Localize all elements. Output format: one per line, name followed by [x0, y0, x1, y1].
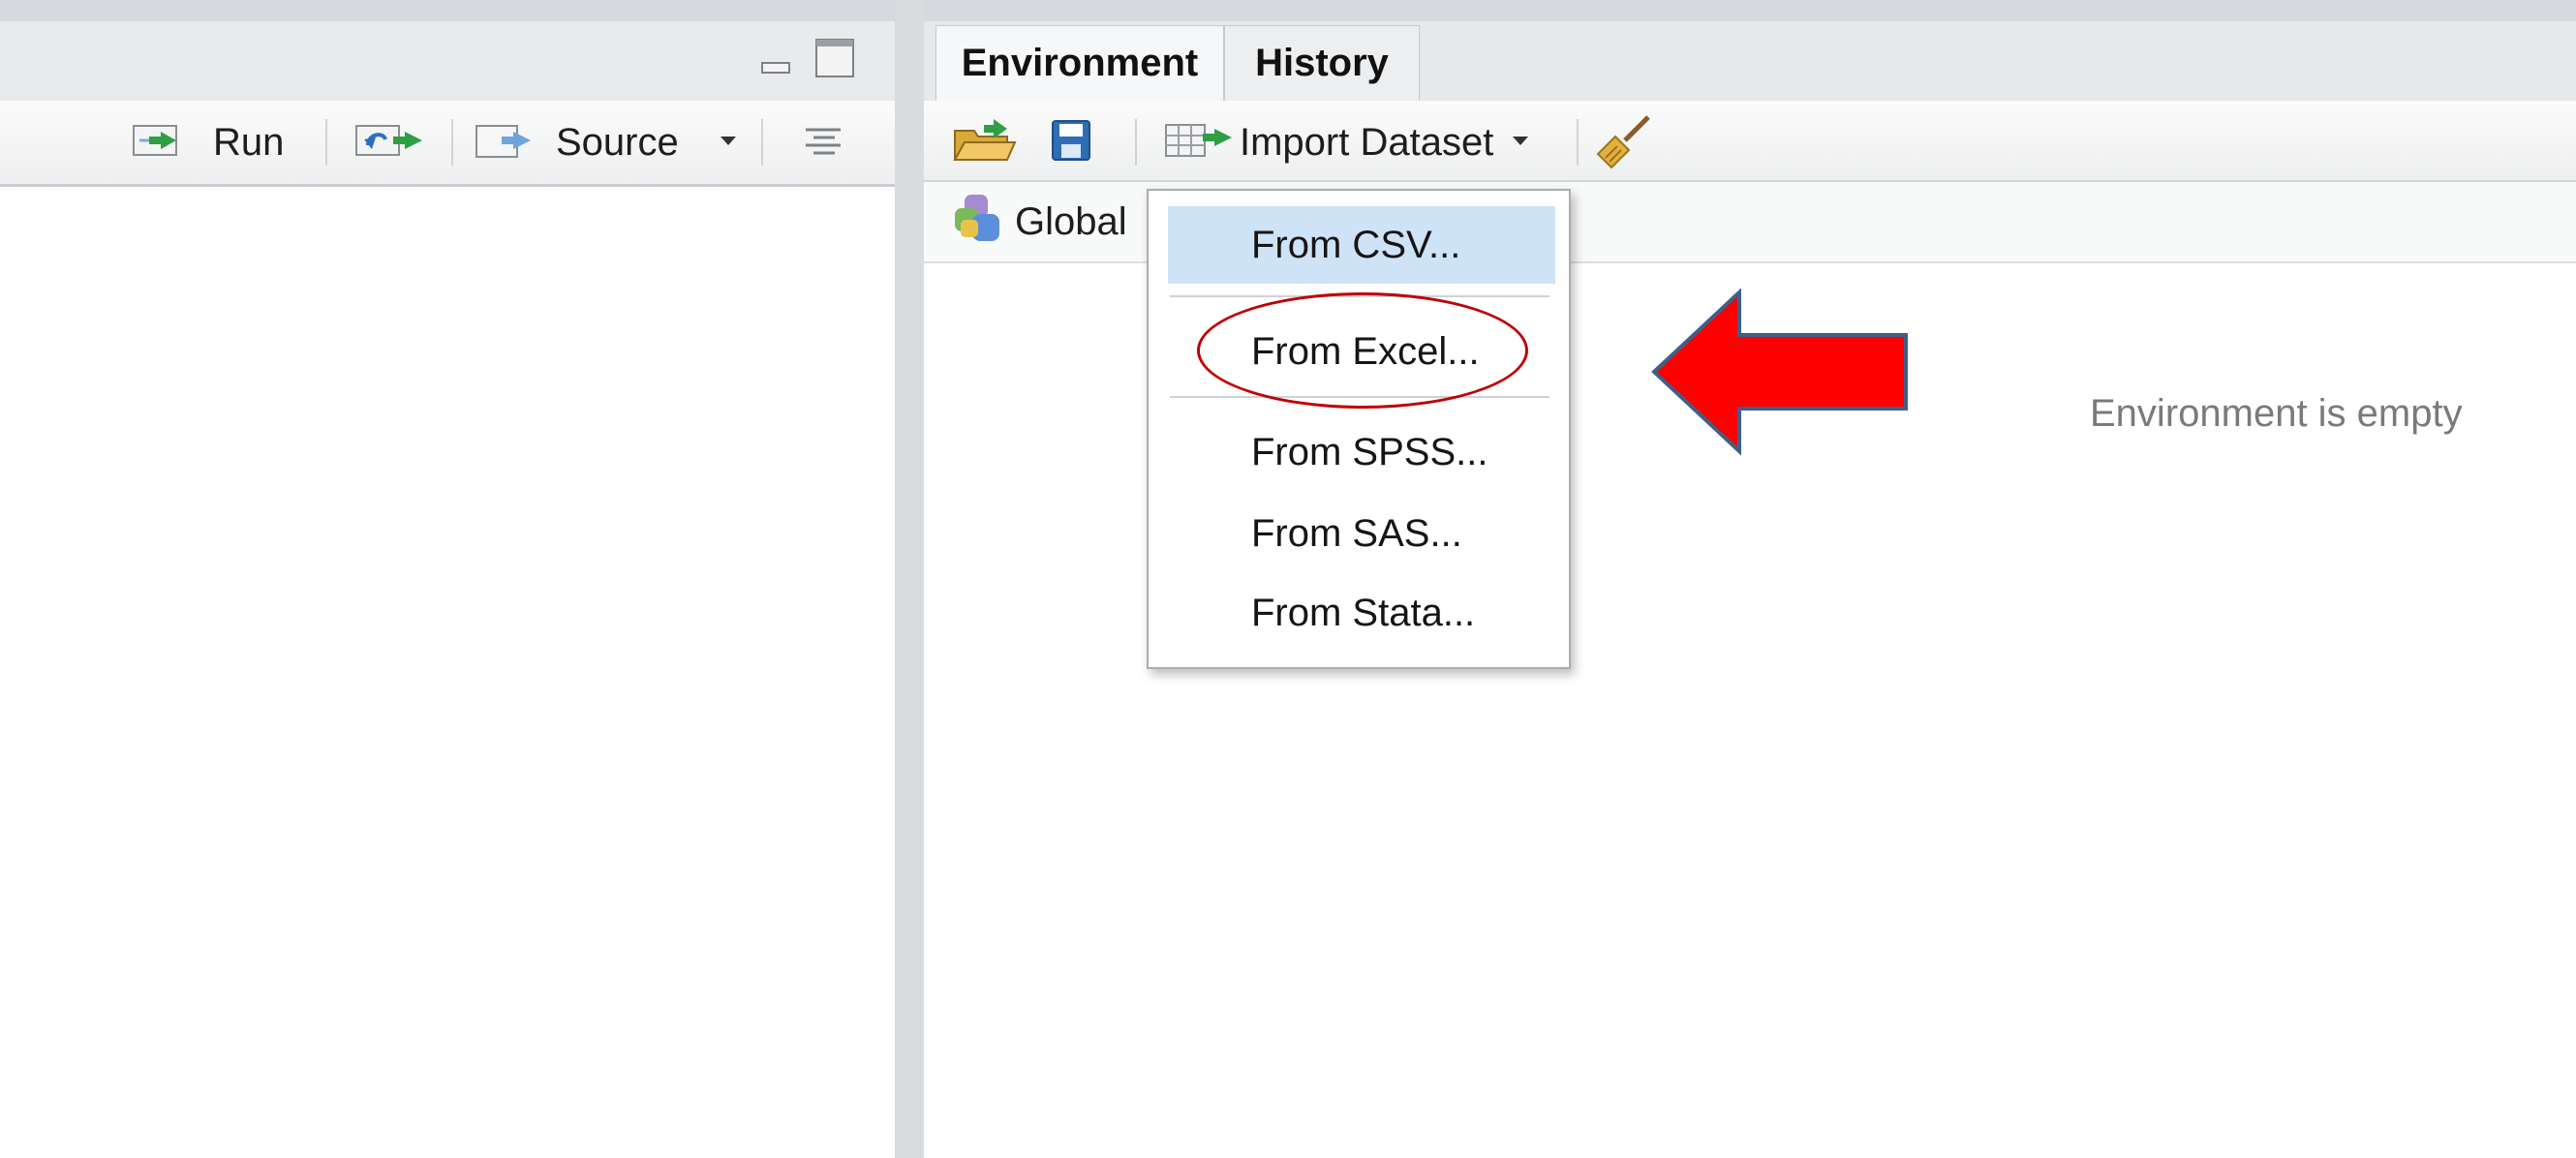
tab-label: Environment: [961, 42, 1199, 84]
tab-label: History: [1255, 42, 1389, 84]
menu-item-from-stata[interactable]: From Stata...: [1168, 574, 1555, 652]
outline-button[interactable]: [802, 101, 844, 184]
source-icon: [475, 120, 544, 166]
environment-toolbar: Import Dataset: [924, 101, 2576, 182]
environment-scope-select[interactable]: Global: [951, 182, 1127, 261]
source-button[interactable]: Source: [475, 101, 679, 184]
rerun-icon: [354, 120, 428, 166]
run-label: Run: [213, 120, 285, 164]
dropdown-caret-icon: [717, 131, 740, 155]
source-pane-header: [0, 21, 895, 102]
top-strip: [924, 0, 2576, 21]
toolbar-separator: [451, 119, 453, 166]
maximize-icon[interactable]: [813, 37, 856, 79]
environment-empty-message: Environment is empty: [2090, 392, 2463, 435]
toolbar-separator: [1577, 119, 1579, 166]
run-button[interactable]: Run: [132, 101, 284, 184]
import-dataset-icon: [1164, 119, 1238, 167]
import-dataset-label: Import Dataset: [1240, 120, 1494, 164]
open-folder-icon: [951, 115, 1023, 170]
broom-icon: [1596, 111, 1654, 174]
load-workspace-button[interactable]: [951, 101, 1023, 184]
toolbar-separator: [325, 119, 327, 166]
menu-item-from-sas[interactable]: From SAS...: [1168, 495, 1555, 572]
source-label: Source: [556, 120, 679, 164]
top-strip: [0, 0, 895, 21]
pane-splitter[interactable]: [895, 0, 924, 1158]
save-icon: [1050, 118, 1092, 168]
dropdown-caret-icon: [1509, 131, 1532, 155]
menu-item-label: From CSV...: [1251, 223, 1461, 266]
outline-icon: [802, 124, 844, 162]
menu-item-label: From SPSS...: [1251, 430, 1488, 473]
import-dataset-button[interactable]: Import Dataset: [1164, 101, 1532, 184]
toolbar-separator: [1135, 119, 1137, 166]
menu-item-from-spss[interactable]: From SPSS...: [1168, 413, 1555, 491]
clear-workspace-button[interactable]: [1596, 101, 1654, 184]
source-toolbar: Run Source: [0, 101, 895, 187]
import-dataset-menu: From CSV... From Excel... From SPSS... F…: [1147, 189, 1571, 669]
minimize-icon[interactable]: [759, 46, 792, 79]
menu-item-from-csv[interactable]: From CSV...: [1168, 206, 1555, 284]
toolbar-separator: [761, 119, 763, 166]
tab-environment[interactable]: Environment: [935, 25, 1224, 101]
pointer-arrow-icon: [1650, 287, 1912, 457]
rerun-button[interactable]: [354, 101, 428, 184]
environment-scope-label: Global: [1015, 199, 1127, 243]
menu-item-label: From Stata...: [1251, 591, 1476, 634]
save-workspace-button[interactable]: [1050, 101, 1092, 184]
run-icon: [132, 120, 201, 166]
source-dropdown-caret[interactable]: [717, 101, 740, 184]
menu-item-label: From SAS...: [1251, 511, 1462, 555]
tab-history[interactable]: History: [1224, 25, 1420, 101]
global-environment-icon: [951, 193, 1007, 252]
highlight-ellipse: [1197, 292, 1528, 409]
